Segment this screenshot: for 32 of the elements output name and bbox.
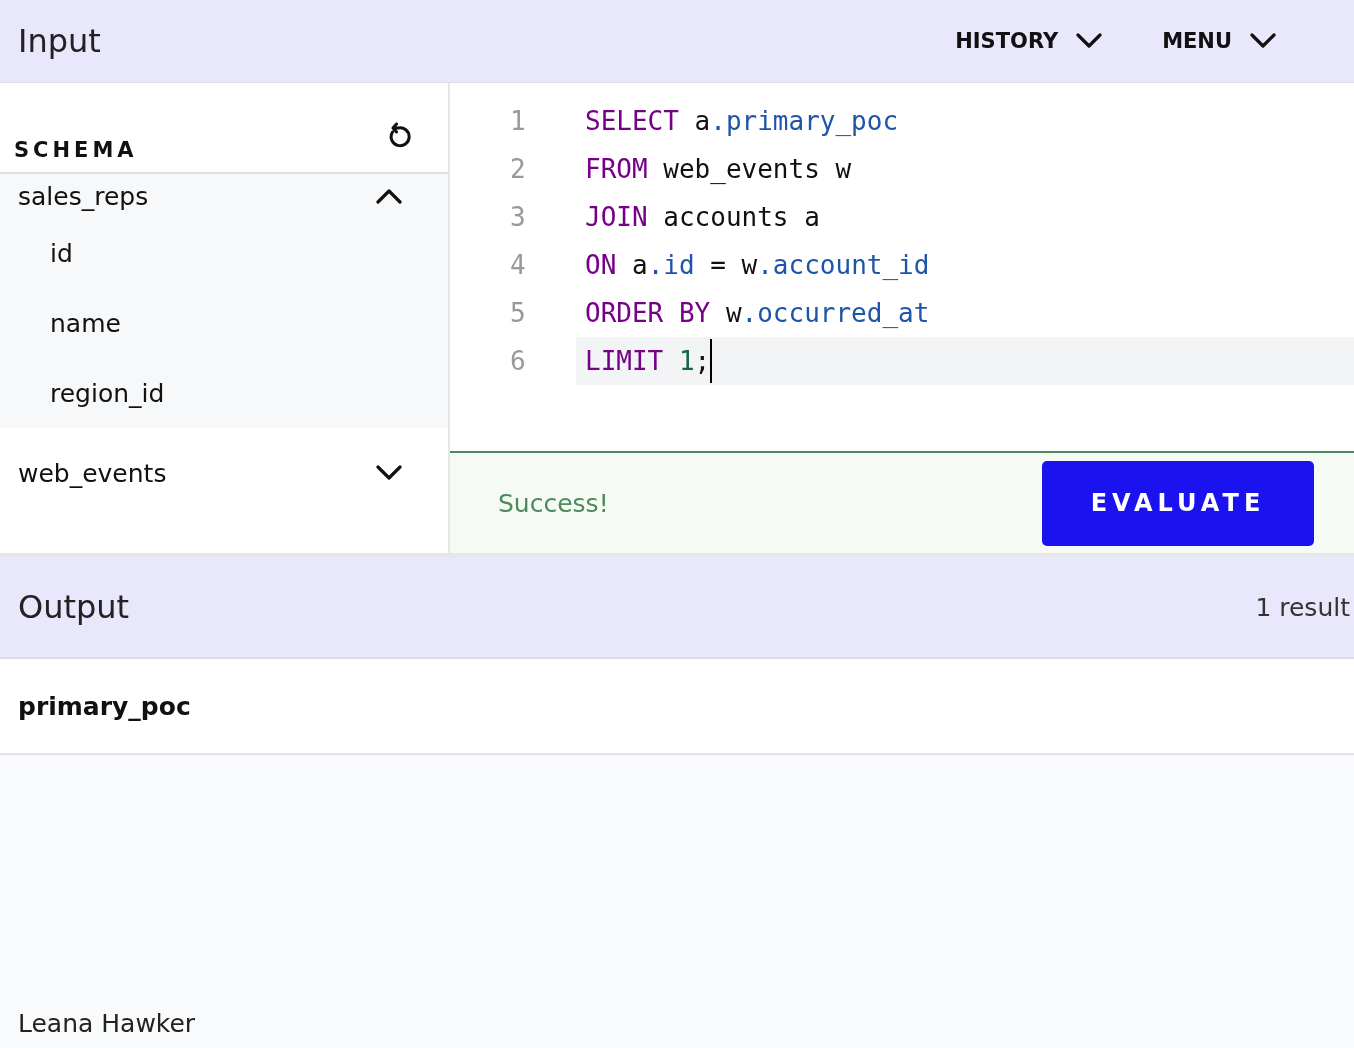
schema-table[interactable]: sales_reps <box>0 174 448 218</box>
line-number: 5 <box>509 298 527 328</box>
chevron-down-icon <box>1250 33 1276 49</box>
code-line: SELECT a.primary_poc <box>584 105 900 138</box>
line-number: 3 <box>509 202 527 232</box>
output-title: Output <box>18 588 130 626</box>
evaluate-button[interactable]: EVALUATE <box>1042 460 1314 546</box>
line-number: 1 <box>509 106 527 136</box>
page-title: Input <box>18 22 102 60</box>
table-cell-text: Leana Hawker <box>18 1009 197 1038</box>
code-line: ORDER BY w.occurred_at <box>584 297 931 330</box>
code-line: JOIN accounts a <box>584 201 821 234</box>
schema-title: SCHEMA <box>14 138 138 162</box>
schema-column: region_id <box>0 358 448 428</box>
code-line: ON a.id = w.account_id <box>584 249 931 282</box>
chevron-up-icon <box>376 188 402 204</box>
chevron-down-icon <box>376 465 402 481</box>
line-number: 6 <box>509 346 527 376</box>
schema-column: name <box>0 288 448 358</box>
schema-table[interactable]: web_events <box>0 428 448 518</box>
schema-column: id <box>0 218 448 288</box>
menu-dropdown[interactable]: MENU <box>1162 25 1276 57</box>
line-number: 2 <box>509 154 527 184</box>
chevron-down-icon <box>1076 33 1103 49</box>
code-editor[interactable]: 1 SELECT a.primary_poc 2 FROM web_events w 3 JOIN accounts a 4 ON a.id = w.account_id 5 ORDER BY w.occurred_at 6 LIMIT 1; <box>450 83 1354 453</box>
column-header: primary_poc <box>18 691 191 721</box>
status-message: Success! <box>498 488 609 518</box>
line-number: 4 <box>509 250 527 280</box>
text-cursor <box>710 339 713 383</box>
result-count: 1 result <box>1255 592 1351 622</box>
menu-dropdown[interactable]: HISTORY <box>955 25 1103 57</box>
code-line: FROM web_events w <box>584 153 853 186</box>
